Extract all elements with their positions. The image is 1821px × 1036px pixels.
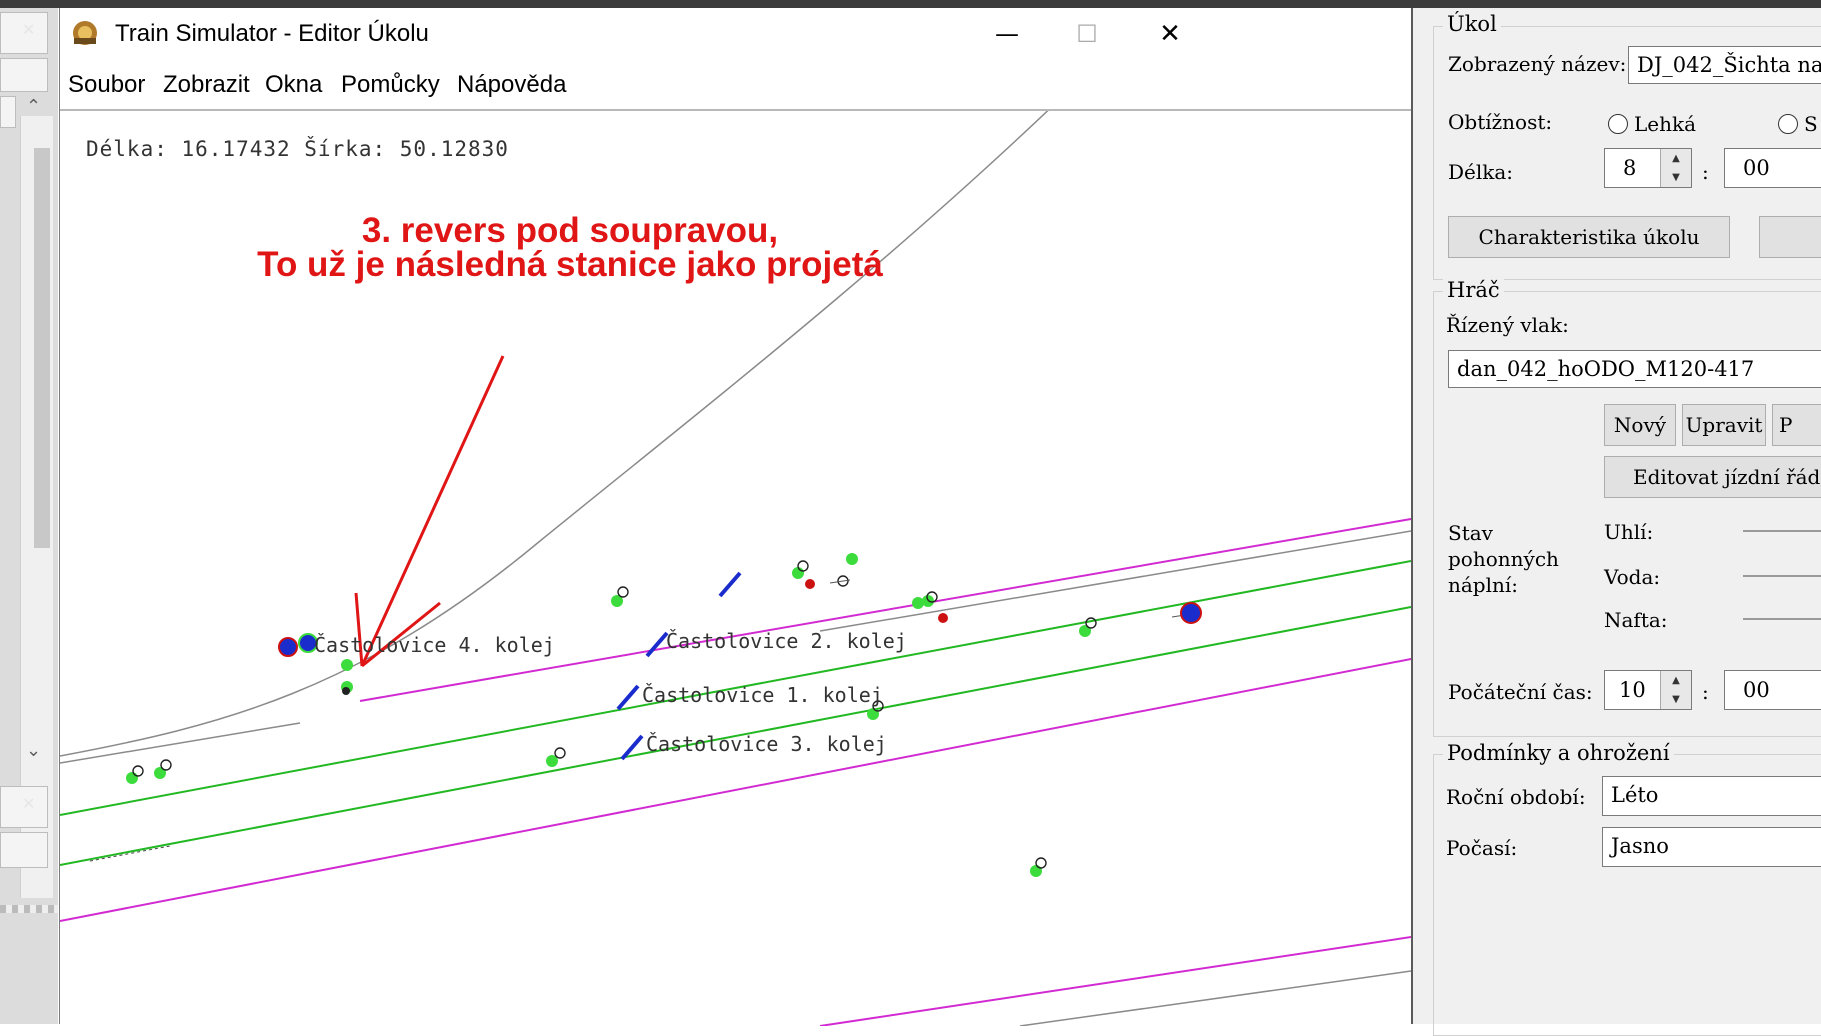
minimize-button[interactable]: — [967,8,1047,59]
weather-label: Počasí: [1446,836,1518,860]
menu-napoveda[interactable]: Nápověda [457,71,566,99]
length-hours-value: 8 [1623,156,1637,180]
diesel-label: Nafta: [1604,608,1668,632]
start-time-separator: : [1702,680,1709,704]
difficulty-radio-lehka[interactable] [1608,114,1628,134]
difficulty-label: Obtížnost: [1448,110,1553,134]
length-hours-spinner[interactable]: ▲ ▼ [1660,149,1691,187]
length-hours-input[interactable]: 8 ▲ ▼ [1604,148,1692,188]
spin-down-icon[interactable]: ▼ [1672,172,1680,183]
coordinates-readout: Délka: 16.17432 Šírka: 50.12830 [86,137,509,161]
track-label-3: Častolovice 3. kolej [646,732,887,756]
third-train-button[interactable]: P [1772,404,1821,446]
characteristics-button[interactable]: Charakteristika úkolu [1448,216,1730,258]
platform-marker [718,571,742,598]
weather-select[interactable]: Jasno [1602,827,1821,867]
length-minutes-input[interactable]: 00 [1724,148,1821,188]
left-dock-field [0,58,48,92]
start-hours-value: 10 [1619,678,1646,702]
gray-track-curve [60,111,1049,757]
menu-okna[interactable]: Okna [265,71,322,99]
maximize-button[interactable]: ☐ [1047,8,1127,59]
length-separator: : [1702,160,1709,184]
train-label: Řízený vlak: [1446,313,1569,337]
left-dock-field-bottom [0,832,48,868]
signal-icons [132,560,1097,869]
gray-track-short [60,722,301,764]
edit-timetable-button[interactable]: Editovat jízdní řád [1604,456,1821,498]
new-train-button[interactable]: Nový [1604,404,1676,446]
reverse-point-icon [342,687,350,695]
menu-pomucky[interactable]: Pomůcky [341,71,440,99]
water-slider[interactable] [1743,575,1821,577]
coal-label: Uhlí: [1604,520,1654,544]
track-dashed [89,845,171,862]
app-logo-icon [73,21,97,45]
editor-window: Train Simulator - Editor Úkolu — ☐ ✕ Sou… [59,8,1413,1026]
difficulty-option-lehka[interactable]: Lehká [1634,112,1696,136]
train-start-marker [278,637,298,657]
start-minutes-input[interactable]: 00 [1724,670,1821,710]
platform-marker [645,631,669,658]
close-icon[interactable]: ✕ [22,794,35,813]
length-label: Délka: [1448,160,1514,184]
difficulty-radio-s[interactable] [1778,114,1798,134]
magenta-track-4 [359,518,1411,702]
menu-bar: Soubor Zobrazit Okna Pomůcky Nápověda [60,59,1411,107]
menu-zobrazit[interactable]: Zobrazit [163,71,250,99]
platform-marker [616,684,640,711]
title-bar: Train Simulator - Editor Úkolu — ☐ ✕ [60,8,1411,59]
signal-dots [126,553,1091,877]
map-canvas[interactable]: Častolovice 4. kolej Častolovice 2. kole… [60,109,1411,1026]
extra-button[interactable] [1759,216,1821,258]
menu-soubor[interactable]: Soubor [68,71,145,99]
left-dock-panel: ✕ ⌃ ⌄ ✕ [0,8,58,1024]
start-hours-spinner[interactable]: ▲ ▼ [1660,671,1691,709]
annotation-line-2: To už je následná stanice jako projetá [257,245,883,284]
spin-up-icon[interactable]: ▲ [1672,675,1680,686]
difficulty-option-s[interactable]: S [1804,112,1818,136]
marker-tick [829,579,851,584]
annotation-line-1: 3. revers pod soupravou, [361,211,779,250]
season-label: Roční období: [1446,785,1586,809]
train-input[interactable]: dan_042_hoODO_M120-417 [1448,350,1821,388]
window-title: Train Simulator - Editor Úkolu [115,20,429,47]
group-ukol-legend: Úkol [1443,12,1501,36]
close-button[interactable]: ✕ [1130,8,1210,59]
chevron-down-icon[interactable]: ⌄ [26,740,41,761]
coal-slider[interactable] [1743,530,1821,532]
chevron-up-icon[interactable]: ⌃ [26,96,41,117]
edit-train-button[interactable]: Upravit [1682,404,1766,446]
properties-panel: Úkol Zobrazený název: DJ_042_Šichta na O… [1413,8,1821,1036]
diesel-slider[interactable] [1743,618,1821,620]
gray-track-lower [1019,970,1411,1026]
track-label-2: Častolovice 2. kolej [666,629,907,653]
length-minutes-value: 00 [1743,156,1770,180]
track-label-4: Častolovice 4. kolej [314,633,555,657]
season-select[interactable]: Léto [1602,776,1821,816]
start-hours-input[interactable]: 10 ▲ ▼ [1604,670,1692,710]
start-minutes-value: 00 [1743,678,1770,702]
scrollbar-thumb[interactable] [34,148,50,548]
name-input[interactable]: DJ_042_Šichta na [1628,46,1821,84]
start-time-label: Počáteční čas: [1448,680,1593,704]
annotation-text: 3. revers pod soupravou, To už je násled… [240,211,900,284]
track-label-1: Častolovice 1. kolej [642,683,883,707]
desktop-top-edge [0,0,1821,8]
group-hrac-legend: Hráč [1443,278,1504,302]
splitter[interactable] [0,905,58,913]
close-icon[interactable]: ✕ [22,20,35,39]
fuel-label: Stav pohonných náplní: [1448,521,1559,597]
left-dock-field-small [0,96,16,128]
name-label: Zobrazený název: [1448,52,1627,76]
spin-down-icon[interactable]: ▼ [1672,694,1680,705]
spin-up-icon[interactable]: ▲ [1672,153,1680,164]
train-end-marker [1180,602,1202,624]
water-label: Voda: [1604,565,1661,589]
group-podminky-legend: Podmínky a ohrožení [1443,741,1674,765]
